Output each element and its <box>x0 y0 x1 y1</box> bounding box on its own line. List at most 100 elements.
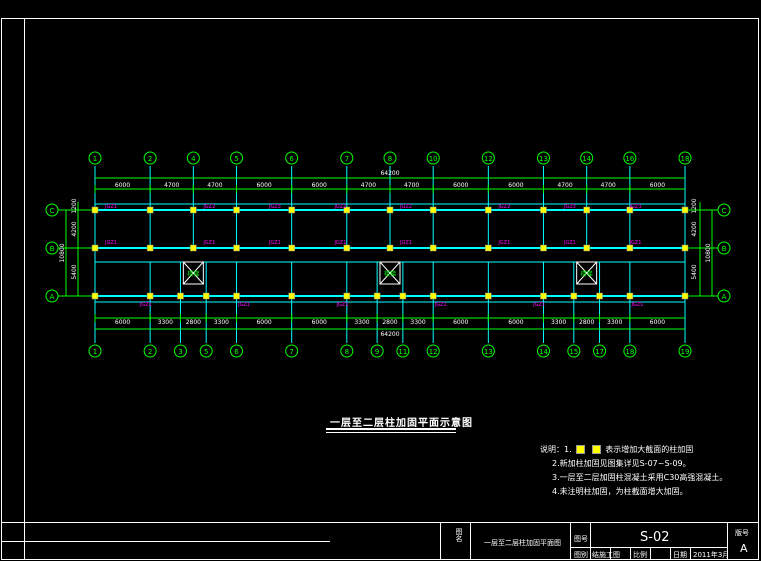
dim-span-bottom: 2800 <box>579 319 594 326</box>
column-square <box>146 244 154 252</box>
column-square <box>386 206 394 214</box>
axis-label-top: 12 <box>484 155 493 163</box>
column-square <box>91 206 99 214</box>
dim-left-seg: 1200 <box>71 198 78 213</box>
dim-span-bottom: 6000 <box>256 319 271 326</box>
axis-label-right: A <box>722 293 727 301</box>
column-tag-bottom: JGZ1 <box>434 302 447 308</box>
axis-label-top: 1 <box>93 155 97 163</box>
column-tag-mid: JGZ1 <box>202 240 215 246</box>
column-tag-mid: JGZ1 <box>628 240 641 246</box>
column-square <box>146 292 154 300</box>
column-square <box>540 206 547 214</box>
column-tag-mid: JGZ1 <box>563 240 576 246</box>
dim-right-seg: 1200 <box>691 198 698 213</box>
column-square <box>570 292 578 300</box>
column-tag-mid: JGZ1 <box>104 240 117 246</box>
dim-span-bottom: 3300 <box>551 319 566 326</box>
dim-span-bottom: 2800 <box>186 319 201 326</box>
column-tag-mid: JGZ1 <box>497 240 510 246</box>
dim-span-top: 4700 <box>404 182 419 189</box>
drawing-name: 一层至二层柱加固平面图 <box>484 539 561 547</box>
column-square <box>681 244 689 252</box>
axis-label-top: 10 <box>429 155 438 163</box>
dim-span-bottom: 3300 <box>354 319 369 326</box>
dim-span-bottom: 6000 <box>115 319 130 326</box>
category: 结施工图 <box>592 551 620 559</box>
axis-label-bottom: 17 <box>595 348 604 356</box>
dim-span-top: 4700 <box>601 182 616 189</box>
axis-label-left: C <box>50 207 55 215</box>
axis-label-bottom: 8 <box>345 348 349 356</box>
axis-label-bottom: 13 <box>484 348 493 356</box>
dim-span-top: 6000 <box>508 182 523 189</box>
dim-span-top: 6000 <box>650 182 665 189</box>
note-line-1: 说明：1. 表示增加大截面的柱加固 <box>540 443 727 457</box>
column-square <box>177 292 184 300</box>
column-tag-top: JGZ3 <box>268 204 281 210</box>
legend-swatch <box>591 445 601 454</box>
column-square <box>429 206 437 214</box>
drawing-title: 一层至二层柱加固平面示意图 <box>330 418 473 429</box>
column-tag-top: JGZ3 <box>628 204 641 210</box>
title-underline <box>326 428 456 430</box>
axis-label-bottom: 1 <box>93 348 97 356</box>
axis-label-top: 7 <box>345 155 349 163</box>
column-tag-top: JGZ1 <box>104 204 117 210</box>
column-square <box>681 292 689 300</box>
axis-label-bottom: 3 <box>178 348 182 356</box>
column-tag-mid: JGZ1 <box>399 240 412 246</box>
axis-label-bottom: 5 <box>204 348 208 356</box>
column-square <box>485 244 492 252</box>
column-square <box>233 292 240 300</box>
dim-span-top: 6000 <box>115 182 130 189</box>
column-square <box>288 292 295 300</box>
scale-label: 比例 <box>633 551 647 559</box>
category-label: 图别 <box>574 551 588 559</box>
version-label: 版号 <box>735 529 749 537</box>
column-tag-mid: JGZ1 <box>268 240 281 246</box>
stair-label: 楼梯 <box>384 270 396 278</box>
dim-span-top: 4700 <box>164 182 179 189</box>
column-square <box>626 292 634 300</box>
dim-span-bottom: 6000 <box>508 319 523 326</box>
column-tag-bottom: JGZ1 <box>139 302 152 308</box>
note-line-2: 2.新加柱加固见图集详见S-07~S-09。 <box>552 459 691 468</box>
axis-label-bottom: 19 <box>681 348 690 356</box>
dim-span-bottom: 3300 <box>158 319 173 326</box>
title-underline-thin <box>326 432 456 433</box>
column-square <box>485 206 492 214</box>
column-square <box>681 206 689 214</box>
dim-span-top: 6000 <box>312 182 327 189</box>
drawing-name-label: 图名 <box>455 528 463 542</box>
column-square <box>583 244 590 252</box>
axis-label-top: 6 <box>289 155 294 163</box>
legend-swatch <box>576 445 586 454</box>
version: A <box>740 542 748 555</box>
column-square <box>146 206 154 214</box>
axis-label-top: 14 <box>582 155 591 163</box>
note-header: 说明：1. <box>540 445 572 454</box>
dim-span-bottom: 3300 <box>410 319 425 326</box>
dim-span-bottom: 6000 <box>453 319 468 326</box>
axis-label-top: 5 <box>234 155 238 163</box>
column-square <box>233 206 240 214</box>
axis-label-bottom: 7 <box>289 348 293 356</box>
dim-total-bottom: 64200 <box>380 331 399 338</box>
axis-label-top: 13 <box>539 155 548 163</box>
dim-span-top: 6000 <box>453 182 468 189</box>
column-square <box>91 244 99 252</box>
column-tag-top: JGZ2 <box>497 204 510 210</box>
axis-label-top: 16 <box>625 155 634 163</box>
axis-label-bottom: 6 <box>234 348 239 356</box>
axis-label-right: C <box>722 207 727 215</box>
column-square <box>190 206 197 214</box>
stair-label: 楼梯 <box>187 270 199 278</box>
dim-span-top: 4700 <box>557 182 572 189</box>
column-square <box>288 244 295 252</box>
axis-label-bottom: 15 <box>569 348 578 356</box>
note-line-4: 4.未注明柱加固，为柱截面增大加固。 <box>552 487 688 496</box>
axis-label-bottom: 18 <box>625 348 634 356</box>
column-square <box>288 206 295 214</box>
column-tag-bottom: JGZ1 <box>237 302 250 308</box>
